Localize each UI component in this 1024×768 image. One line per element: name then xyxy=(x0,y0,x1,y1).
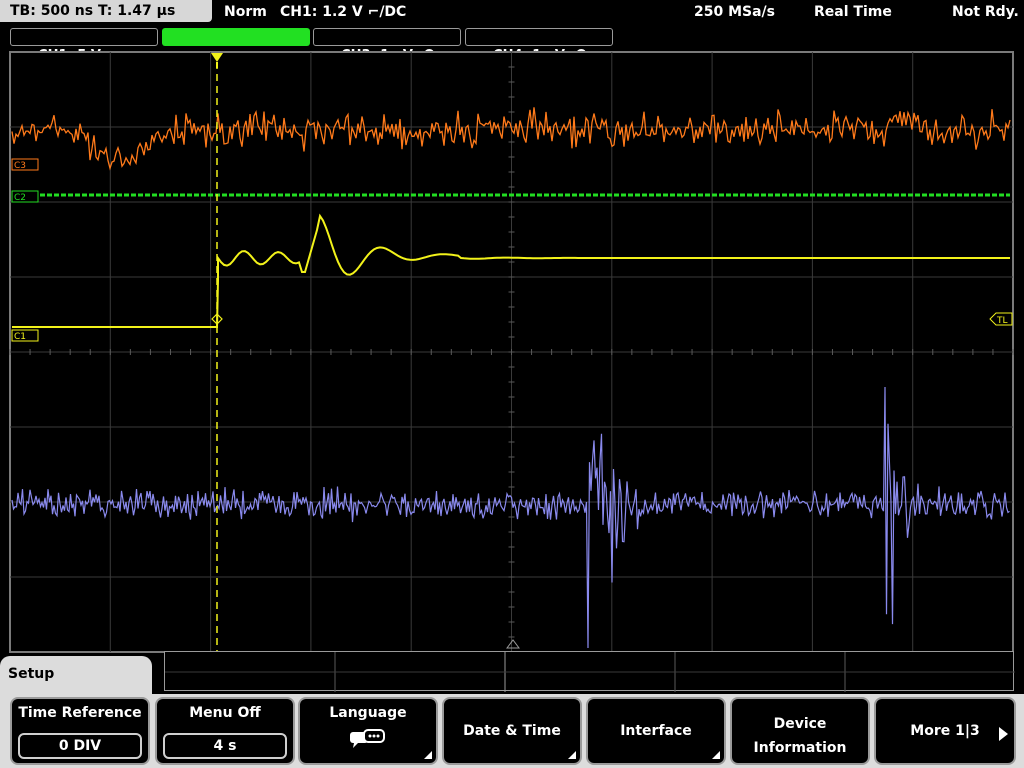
c1-marker-label: C1 xyxy=(14,332,26,342)
timebase-readout[interactable]: TB: 500 ns T: 1.47 µs xyxy=(0,0,212,22)
submenu-corner-icon xyxy=(712,751,720,759)
menu-off-button[interactable]: Menu Off 4 s xyxy=(155,697,295,765)
next-page-arrow-icon xyxy=(999,727,1008,741)
tab-ch3[interactable]: CH3: 1mV≅Ω xyxy=(313,28,461,63)
trigger-level-label: TL xyxy=(996,316,1008,326)
date-time-label: Date & Time xyxy=(463,723,561,739)
c3-marker-label: C3 xyxy=(14,161,26,171)
language-label: Language xyxy=(329,705,407,721)
time-reference-button[interactable]: Time Reference 0 DIV xyxy=(10,697,150,765)
trigger-source[interactable]: CH1: 1.2 V ⌐/DC xyxy=(280,0,406,24)
menu-title-tab: Setup xyxy=(0,656,152,696)
c2-marker-label: C2 xyxy=(14,193,26,203)
submenu-corner-icon xyxy=(568,751,576,759)
trigger-mode[interactable]: Norm xyxy=(224,0,267,24)
waveform-display[interactable]: C3 C2 C1 TL xyxy=(0,48,1024,654)
menu-title: Setup xyxy=(8,666,55,682)
tab-ch4[interactable]: CH4: 1mV≅Ω xyxy=(465,28,613,63)
c2-marker[interactable]: C2 xyxy=(11,190,39,203)
time-reference-value: 0 DIV xyxy=(18,733,142,759)
menu-off-label: Menu Off xyxy=(189,705,261,721)
c3-marker[interactable]: C3 xyxy=(11,158,39,171)
info-strip-dividers xyxy=(165,652,1015,692)
sample-rate: 250 MSa/s xyxy=(694,4,776,20)
more-label: More 1|3 xyxy=(910,723,980,739)
device-information-button[interactable]: Device Information xyxy=(730,697,870,765)
status-bar: TB: 500 ns T: 1.47 µs Norm CH1: 1.2 V ⌐/… xyxy=(0,0,1024,25)
submenu-corner-icon xyxy=(424,751,432,759)
tab-ch2[interactable]: CH2: 20 mV≅Ω xyxy=(162,28,310,62)
acquisition-status: Not Rdy. xyxy=(952,4,1019,20)
date-time-button[interactable]: Date & Time xyxy=(442,697,582,765)
speech-bubbles-icon xyxy=(350,729,385,748)
more-button[interactable]: More 1|3 xyxy=(874,697,1016,765)
time-reference-label: Time Reference xyxy=(18,705,142,721)
device-information-label: Device Information xyxy=(753,716,847,756)
c1-marker[interactable]: C1 xyxy=(11,329,39,342)
menu-off-value: 4 s xyxy=(163,733,287,759)
tab-ch1[interactable]: CH1: 5 V≅ xyxy=(10,28,158,63)
interface-label: Interface xyxy=(620,723,692,739)
interface-button[interactable]: Interface xyxy=(586,697,726,765)
info-strip xyxy=(164,651,1015,692)
acquisition-mode[interactable]: Real Time xyxy=(814,0,892,24)
language-button[interactable]: Language xyxy=(298,697,438,765)
